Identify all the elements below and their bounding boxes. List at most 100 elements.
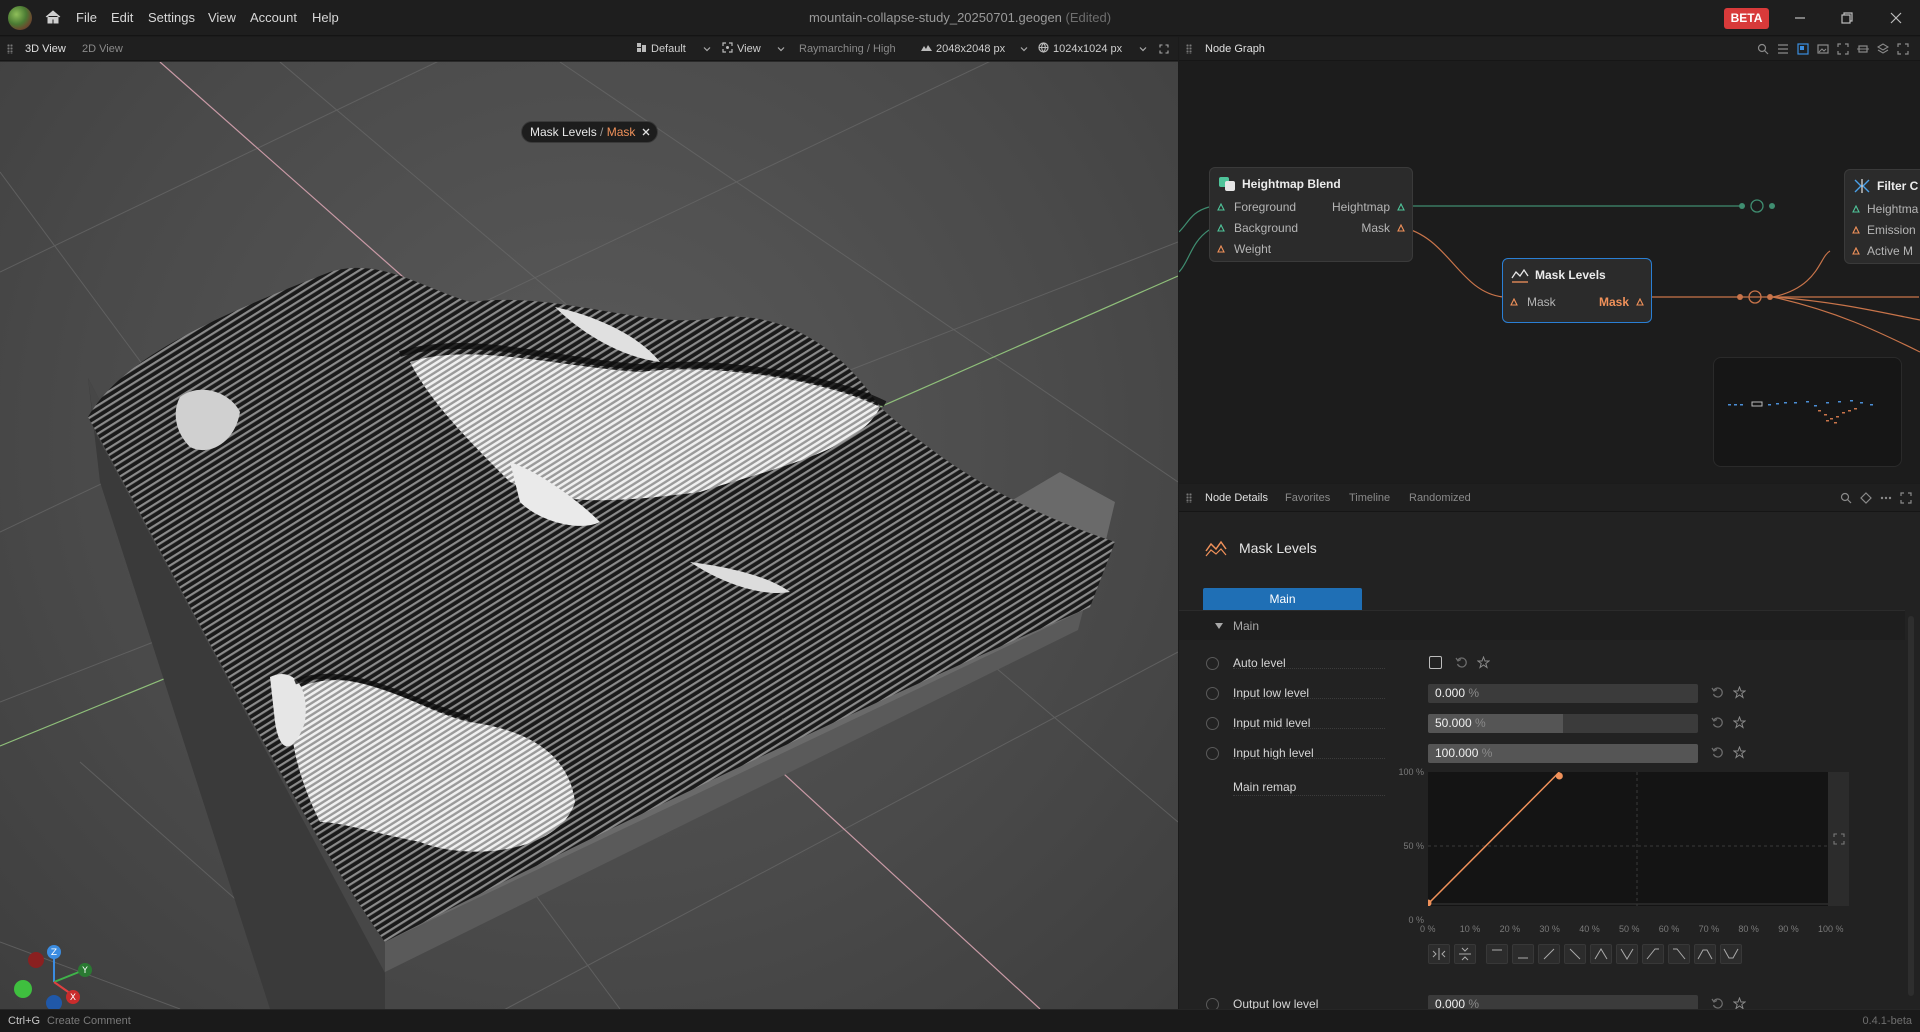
reroute-dot-icon[interactable] [1739, 203, 1745, 209]
chevron-down-icon[interactable] [1138, 44, 1148, 54]
input-low-level-slider[interactable]: 0.000 % [1428, 684, 1698, 703]
maximize-icon[interactable] [1897, 43, 1909, 55]
output-port-icon[interactable] [1636, 298, 1644, 306]
search-icon[interactable] [1757, 43, 1769, 55]
auto-level-checkbox[interactable] [1429, 656, 1442, 669]
input-high-level-slider[interactable]: 100.000 % [1428, 744, 1698, 763]
preset-linear-up-button[interactable] [1538, 944, 1560, 964]
search-icon[interactable] [1840, 492, 1852, 504]
output-low-level-slider[interactable]: 0.000 % [1428, 995, 1698, 1009]
preset-high-flat-button[interactable] [1486, 944, 1508, 964]
menu-view[interactable]: View [208, 0, 236, 36]
input-port-icon[interactable] [1217, 203, 1225, 211]
panel-grip-icon[interactable] [1186, 493, 1192, 503]
render-mode-label[interactable]: Raymarching / High [799, 37, 896, 61]
expose-toggle[interactable] [1206, 687, 1219, 700]
preset-bump-button[interactable] [1694, 944, 1716, 964]
input-port-icon[interactable] [1852, 247, 1860, 255]
panel-grip-icon[interactable] [1186, 44, 1192, 54]
preset-low-flat-button[interactable] [1512, 944, 1534, 964]
input-port-icon[interactable] [1852, 226, 1860, 234]
diamond-icon[interactable] [1860, 492, 1872, 504]
panel-grip-icon[interactable] [7, 44, 13, 54]
reset-icon[interactable] [1711, 716, 1724, 729]
favorite-star-icon[interactable] [1477, 656, 1490, 669]
node-heightmap-blend[interactable]: Heightmap Blend Foreground Background We… [1209, 167, 1413, 262]
screenshot-icon[interactable] [1857, 43, 1869, 55]
reroute-dot-icon[interactable] [1769, 203, 1775, 209]
input-port-icon[interactable] [1510, 298, 1518, 306]
tab-favorites[interactable]: Favorites [1285, 484, 1330, 512]
input-port-icon[interactable] [1217, 245, 1225, 253]
view-dropdown[interactable]: View [722, 37, 761, 61]
reroute-dot-icon[interactable] [1737, 294, 1743, 300]
more-options-icon[interactable] [1880, 492, 1892, 504]
preset-dip-button[interactable] [1720, 944, 1742, 964]
menu-edit[interactable]: Edit [111, 0, 133, 36]
node-mask-levels[interactable]: Mask Levels Mask Mask [1502, 258, 1652, 323]
reset-icon[interactable] [1711, 686, 1724, 699]
flip-horizontal-button[interactable] [1428, 944, 1450, 964]
texture-resolution-dropdown[interactable]: 1024x1024 px [1038, 37, 1122, 61]
remap-curve-editor[interactable] [1424, 771, 1828, 907]
curve-handles[interactable] [1424, 772, 1563, 907]
reset-icon[interactable] [1455, 656, 1468, 669]
reset-icon[interactable] [1711, 997, 1724, 1009]
breadcrumb[interactable]: Mask Levels / Mask [521, 121, 659, 143]
reset-icon[interactable] [1711, 746, 1724, 759]
expose-toggle[interactable] [1206, 998, 1219, 1009]
tab-2d-view[interactable]: 2D View [82, 37, 123, 61]
restore-icon[interactable] [1837, 8, 1857, 28]
menu-file[interactable]: File [76, 0, 97, 36]
maximize-icon[interactable] [1900, 492, 1912, 504]
expose-toggle[interactable] [1206, 717, 1219, 730]
preset-ramp-down-button[interactable] [1668, 944, 1690, 964]
maximize-icon[interactable] [1159, 44, 1169, 54]
image-icon[interactable] [1817, 43, 1829, 55]
graph-layout-icon[interactable] [1797, 43, 1809, 55]
chevron-down-icon[interactable] [1019, 44, 1029, 54]
axis-gizmo[interactable]: Z Y X [10, 942, 100, 1009]
input-port-icon[interactable] [1217, 224, 1225, 232]
3d-viewport[interactable]: Z Y X Mask Levels / Mask [0, 62, 1178, 1009]
axis-neg-y-icon[interactable] [14, 980, 32, 998]
chevron-down-icon[interactable] [702, 44, 712, 54]
favorite-star-icon[interactable] [1733, 997, 1746, 1009]
layers-icon[interactable] [1877, 43, 1889, 55]
flip-vertical-button[interactable] [1454, 944, 1476, 964]
preset-linear-down-button[interactable] [1564, 944, 1586, 964]
tab-3d-view[interactable]: 3D View [25, 37, 66, 61]
output-port-icon[interactable] [1397, 224, 1405, 232]
favorite-star-icon[interactable] [1733, 716, 1746, 729]
menu-account[interactable]: Account [250, 0, 297, 36]
curve-point-handle[interactable] [1555, 772, 1563, 780]
details-scrollbar[interactable] [1908, 616, 1914, 996]
menu-help[interactable]: Help [312, 0, 339, 36]
tab-node-details[interactable]: Node Details [1205, 484, 1268, 512]
close-icon[interactable] [1886, 8, 1906, 28]
favorite-star-icon[interactable] [1733, 746, 1746, 759]
favorite-star-icon[interactable] [1733, 686, 1746, 699]
minimize-icon[interactable] [1790, 8, 1810, 28]
output-port-icon[interactable] [1397, 203, 1405, 211]
node-filter[interactable]: Filter C Heightma Emission Active M [1844, 169, 1920, 264]
preset-ramp-up-button[interactable] [1642, 944, 1664, 964]
app-logo-icon[interactable] [8, 6, 32, 30]
reroute-node-icon[interactable] [1750, 199, 1764, 213]
input-port-icon[interactable] [1852, 205, 1860, 213]
expose-toggle[interactable] [1206, 657, 1219, 670]
preset-dropdown[interactable]: Default [636, 37, 686, 61]
terrain-resolution-dropdown[interactable]: 2048x2048 px [921, 37, 1005, 61]
reroute-dot-icon[interactable] [1767, 294, 1773, 300]
chevron-down-icon[interactable] [776, 44, 786, 54]
expand-icon[interactable] [1833, 833, 1845, 845]
graph-minimap[interactable] [1713, 357, 1902, 467]
axis-neg-x-icon[interactable] [28, 952, 44, 968]
tab-randomized[interactable]: Randomized [1409, 484, 1471, 512]
menu-settings[interactable]: Settings [148, 0, 195, 36]
close-icon[interactable] [641, 127, 651, 137]
preset-peak-button[interactable] [1590, 944, 1612, 964]
input-mid-level-slider[interactable]: 50.000 % [1428, 714, 1698, 733]
expose-toggle[interactable] [1206, 747, 1219, 760]
home-icon[interactable] [44, 8, 62, 26]
